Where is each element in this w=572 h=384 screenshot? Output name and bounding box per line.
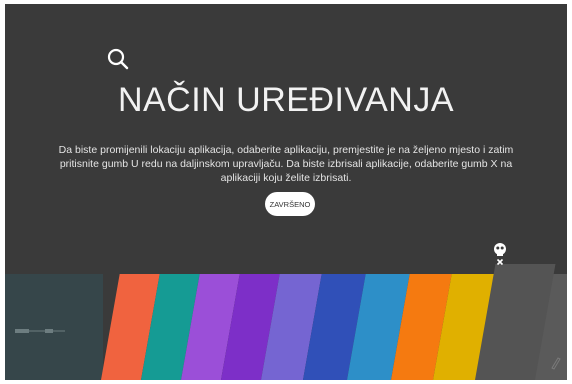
page-title: NAČIN UREĐIVANJA [117,81,455,119]
delete-x-icon[interactable] [489,242,511,268]
tv-screen: NAČIN UREĐIVANJA Da biste promijenili lo… [5,4,567,380]
search-icon [107,48,129,70]
instructions-text: Da biste promijenili lokaciju aplikacija… [58,144,514,184]
pencil-icon [551,357,561,370]
cable-icon [15,329,65,333]
done-button[interactable]: ZAVRŠENO [265,192,315,216]
